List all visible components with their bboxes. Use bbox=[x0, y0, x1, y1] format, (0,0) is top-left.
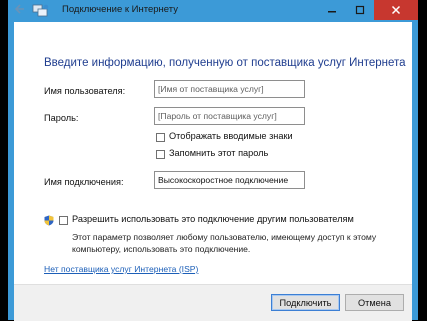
maximize-icon bbox=[355, 5, 365, 15]
close-icon bbox=[391, 5, 401, 15]
allow-others-label[interactable]: Разрешить использовать это подключение д… bbox=[72, 214, 354, 224]
allow-others-checkbox[interactable] bbox=[59, 216, 68, 225]
remember-password-checkbox[interactable] bbox=[156, 150, 165, 159]
connection-name-label: Имя подключения: bbox=[44, 177, 124, 187]
connection-name-input[interactable]: Высокоскоростное подключение bbox=[154, 171, 305, 189]
uac-shield-icon bbox=[44, 215, 54, 226]
no-isp-link[interactable]: Нет поставщика услуг Интернета (ISP) bbox=[44, 264, 198, 274]
password-input[interactable]: [Пароль от поставщика услуг] bbox=[154, 107, 305, 125]
network-icon bbox=[32, 4, 49, 17]
window-title: Подключение к Интернету bbox=[62, 4, 178, 15]
minimize-icon bbox=[328, 11, 336, 13]
title-bar[interactable]: Подключение к Интернету bbox=[8, 0, 418, 20]
cancel-button[interactable]: Отмена bbox=[345, 294, 404, 311]
password-label: Пароль: bbox=[44, 113, 79, 123]
show-chars-checkbox[interactable] bbox=[156, 133, 165, 142]
username-input[interactable]: [Имя от поставщика услуг] bbox=[154, 80, 305, 98]
remember-password-label[interactable]: Запомнить этот пароль bbox=[169, 148, 268, 158]
allow-others-description-1: Этот параметр позволяет любому пользоват… bbox=[72, 232, 377, 242]
show-chars-label[interactable]: Отображать вводимые знаки bbox=[169, 131, 293, 141]
page-heading: Введите информацию, полученную от постав… bbox=[44, 57, 406, 69]
maximize-button[interactable] bbox=[346, 0, 374, 20]
dialog-footer: Подключить Отмена bbox=[14, 284, 412, 321]
close-button[interactable] bbox=[374, 0, 418, 20]
username-label: Имя пользователя: bbox=[44, 86, 126, 96]
dialog-content: Введите информацию, полученную от постав… bbox=[14, 22, 412, 321]
allow-others-description-2: компьютеру, использовать это подключение… bbox=[72, 244, 251, 254]
minimize-button[interactable] bbox=[318, 0, 346, 20]
connect-button[interactable]: Подключить bbox=[271, 294, 340, 311]
back-arrow-icon[interactable] bbox=[14, 2, 26, 16]
dialog-window: Подключение к Интернету Введите информац… bbox=[8, 0, 418, 321]
